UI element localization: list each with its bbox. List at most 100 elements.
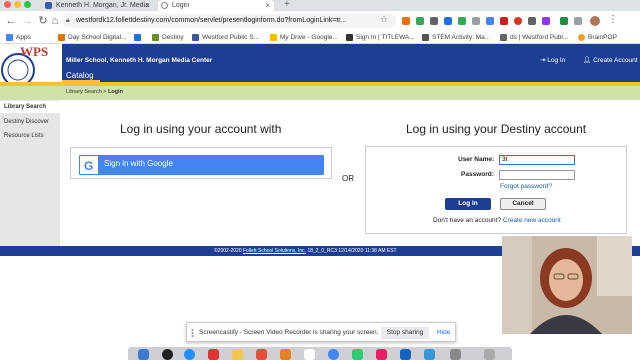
- browser-tab-login[interactable]: Login ×: [158, 0, 274, 11]
- extension-icon[interactable]: [486, 17, 494, 25]
- bookmark-favicon-icon: [500, 34, 507, 41]
- drag-handle-icon[interactable]: [191, 328, 194, 338]
- footer-company-link[interactable]: Follett School Solutions, Inc.: [243, 248, 306, 254]
- extension-icon[interactable]: [472, 17, 480, 25]
- extension-icon[interactable]: [444, 17, 452, 25]
- google-signin-button[interactable]: G Sign in with Google: [79, 155, 324, 175]
- close-tab-icon[interactable]: ×: [265, 0, 270, 11]
- close-window-icon[interactable]: [4, 1, 11, 8]
- bookmark-apps[interactable]: Apps: [6, 32, 31, 43]
- tab-label: Kenneth H. Morgan, Jr. Media: [56, 2, 149, 9]
- sidebar-item-resource-lists[interactable]: Resource Lists: [4, 133, 44, 139]
- header-create-account-label: Create Account: [593, 57, 638, 64]
- stop-sharing-button[interactable]: Stop sharing: [381, 327, 429, 339]
- browser-tab-bar: Kenneth H. Morgan, Jr. Media × Login × +: [0, 0, 640, 11]
- header-login-link[interactable]: ⇥ Log In: [540, 56, 565, 64]
- puzzle-icon[interactable]: [574, 17, 582, 25]
- app-icon[interactable]: [376, 349, 387, 360]
- bookmark-ds-westford[interactable]: ds | Westford Publ...: [500, 32, 568, 43]
- hide-button[interactable]: Hide: [437, 329, 450, 336]
- new-tab-button[interactable]: +: [284, 0, 290, 10]
- minimize-window-icon[interactable]: [14, 1, 21, 8]
- trash-icon[interactable]: [484, 349, 495, 360]
- password-input[interactable]: [499, 170, 575, 180]
- bookmark-brainpop[interactable]: BrainPOP: [578, 32, 617, 43]
- menu-dots-icon[interactable]: ⋮: [608, 14, 618, 25]
- cancel-button[interactable]: Cancel: [500, 198, 546, 210]
- extension-icon[interactable]: [560, 17, 568, 25]
- home-icon[interactable]: ⌂: [48, 14, 62, 28]
- launchpad-icon[interactable]: [162, 349, 173, 360]
- chrome-icon[interactable]: [328, 349, 339, 360]
- extension-icon[interactable]: [514, 17, 522, 25]
- extension-icon[interactable]: [458, 17, 466, 25]
- bookmark-destiny[interactable]: Destiny: [152, 32, 184, 43]
- app-icon[interactable]: [208, 349, 219, 360]
- app-icon[interactable]: [450, 349, 461, 360]
- school-logo: WPS: [0, 44, 62, 87]
- sidebar-item-library-search[interactable]: Library Search: [0, 101, 60, 113]
- no-account-line: Don't have an account? Create new accoun…: [433, 217, 561, 224]
- footer-text: ©2002-2020 Follett School Solutions, Inc…: [214, 248, 397, 254]
- apps-grid-icon: [6, 34, 13, 41]
- header-create-account-link[interactable]: 👤︎ Create Account: [583, 56, 638, 64]
- calendar-icon[interactable]: [256, 349, 267, 360]
- bookmark-label: Sign In | TITLEWA...: [356, 34, 415, 41]
- forgot-password-link[interactable]: Forgot password?: [500, 183, 552, 190]
- screen-share-notification: Screencastify - Screen Video Recorder is…: [186, 322, 456, 342]
- extension-icon[interactable]: [430, 17, 438, 25]
- bookmark-c[interactable]: [134, 32, 144, 43]
- breadcrumb-current: Login: [108, 89, 124, 95]
- extension-icon[interactable]: [500, 17, 508, 25]
- username-input[interactable]: 3t: [499, 155, 575, 165]
- lock-icon: 🔒︎: [66, 17, 70, 24]
- app-icon[interactable]: [304, 349, 315, 360]
- back-arrow-icon[interactable]: ←: [4, 14, 18, 28]
- notes-icon[interactable]: [232, 349, 243, 360]
- address-bar[interactable]: 🔒︎ westfordk12.follettdestiny.com/common…: [62, 14, 396, 28]
- bookmark-favicon-icon: [422, 34, 429, 41]
- bookmark-my-drive[interactable]: My Drive - Google...: [270, 32, 338, 43]
- create-new-account-link[interactable]: Create new account: [503, 217, 561, 224]
- browser-toolbar: ← → ↻ ⌂ 🔒︎ westfordk12.follettdestiny.co…: [0, 11, 640, 31]
- finder-icon[interactable]: [138, 349, 149, 360]
- login-button[interactable]: Log In: [445, 198, 491, 210]
- bookmark-westford-public[interactable]: Westford Public S...: [192, 32, 259, 43]
- tab-favicon-icon: [161, 2, 168, 9]
- tab-catalog[interactable]: Catalog: [62, 70, 100, 82]
- extension-icon[interactable]: [542, 17, 550, 25]
- photos-icon[interactable]: [280, 349, 291, 360]
- breadcrumb-library-search[interactable]: Library Search: [66, 89, 102, 95]
- maximize-window-icon[interactable]: [24, 1, 31, 8]
- google-login-panel: G Sign in with Google: [70, 147, 332, 179]
- bookmark-label: Westford Public S...: [202, 34, 259, 41]
- bookmark-favicon-icon: [58, 34, 65, 41]
- extension-icon[interactable]: [402, 17, 410, 25]
- app-icon[interactable]: [352, 349, 363, 360]
- safari-icon[interactable]: [184, 349, 195, 360]
- footer-version: 18_2_0_RC3 12/14/2020 11:38 AM EST: [306, 248, 397, 254]
- macos-dock: [128, 347, 512, 360]
- browser-tab-media-center[interactable]: Kenneth H. Morgan, Jr. Media ×: [42, 0, 154, 11]
- google-icon: G: [80, 156, 98, 174]
- bookmark-label: BrainPOP: [588, 34, 617, 41]
- bookmark-day-school[interactable]: Day School Digital...: [58, 32, 127, 43]
- bookmark-stem-activity[interactable]: STEM Activity: Ma...: [422, 32, 490, 43]
- url-text: westfordk12.follettdestiny.com/common/se…: [76, 17, 347, 24]
- bookmark-label: ds | Westford Publ...: [510, 34, 569, 41]
- app-icon[interactable]: [424, 349, 435, 360]
- extension-icon[interactable]: [416, 17, 424, 25]
- password-label: Password:: [461, 171, 494, 178]
- app-icon[interactable]: [400, 349, 411, 360]
- destiny-login-panel: User Name: 3t Password: Forgot password?…: [365, 146, 627, 234]
- webcam-overlay: [502, 236, 632, 334]
- bookmark-star-icon[interactable]: ☆: [380, 14, 388, 25]
- wps-seal-icon: WPS: [0, 44, 62, 87]
- extension-icon[interactable]: [528, 17, 536, 25]
- bookmark-label: Destiny: [162, 34, 184, 41]
- sidebar-item-destiny-discover[interactable]: Destiny Discover: [4, 119, 49, 125]
- forward-arrow-icon[interactable]: →: [20, 14, 34, 28]
- bookmark-titlewave[interactable]: Sign In | TITLEWA...: [346, 32, 415, 43]
- close-tab-icon[interactable]: ×: [145, 0, 150, 11]
- profile-avatar[interactable]: [590, 16, 600, 26]
